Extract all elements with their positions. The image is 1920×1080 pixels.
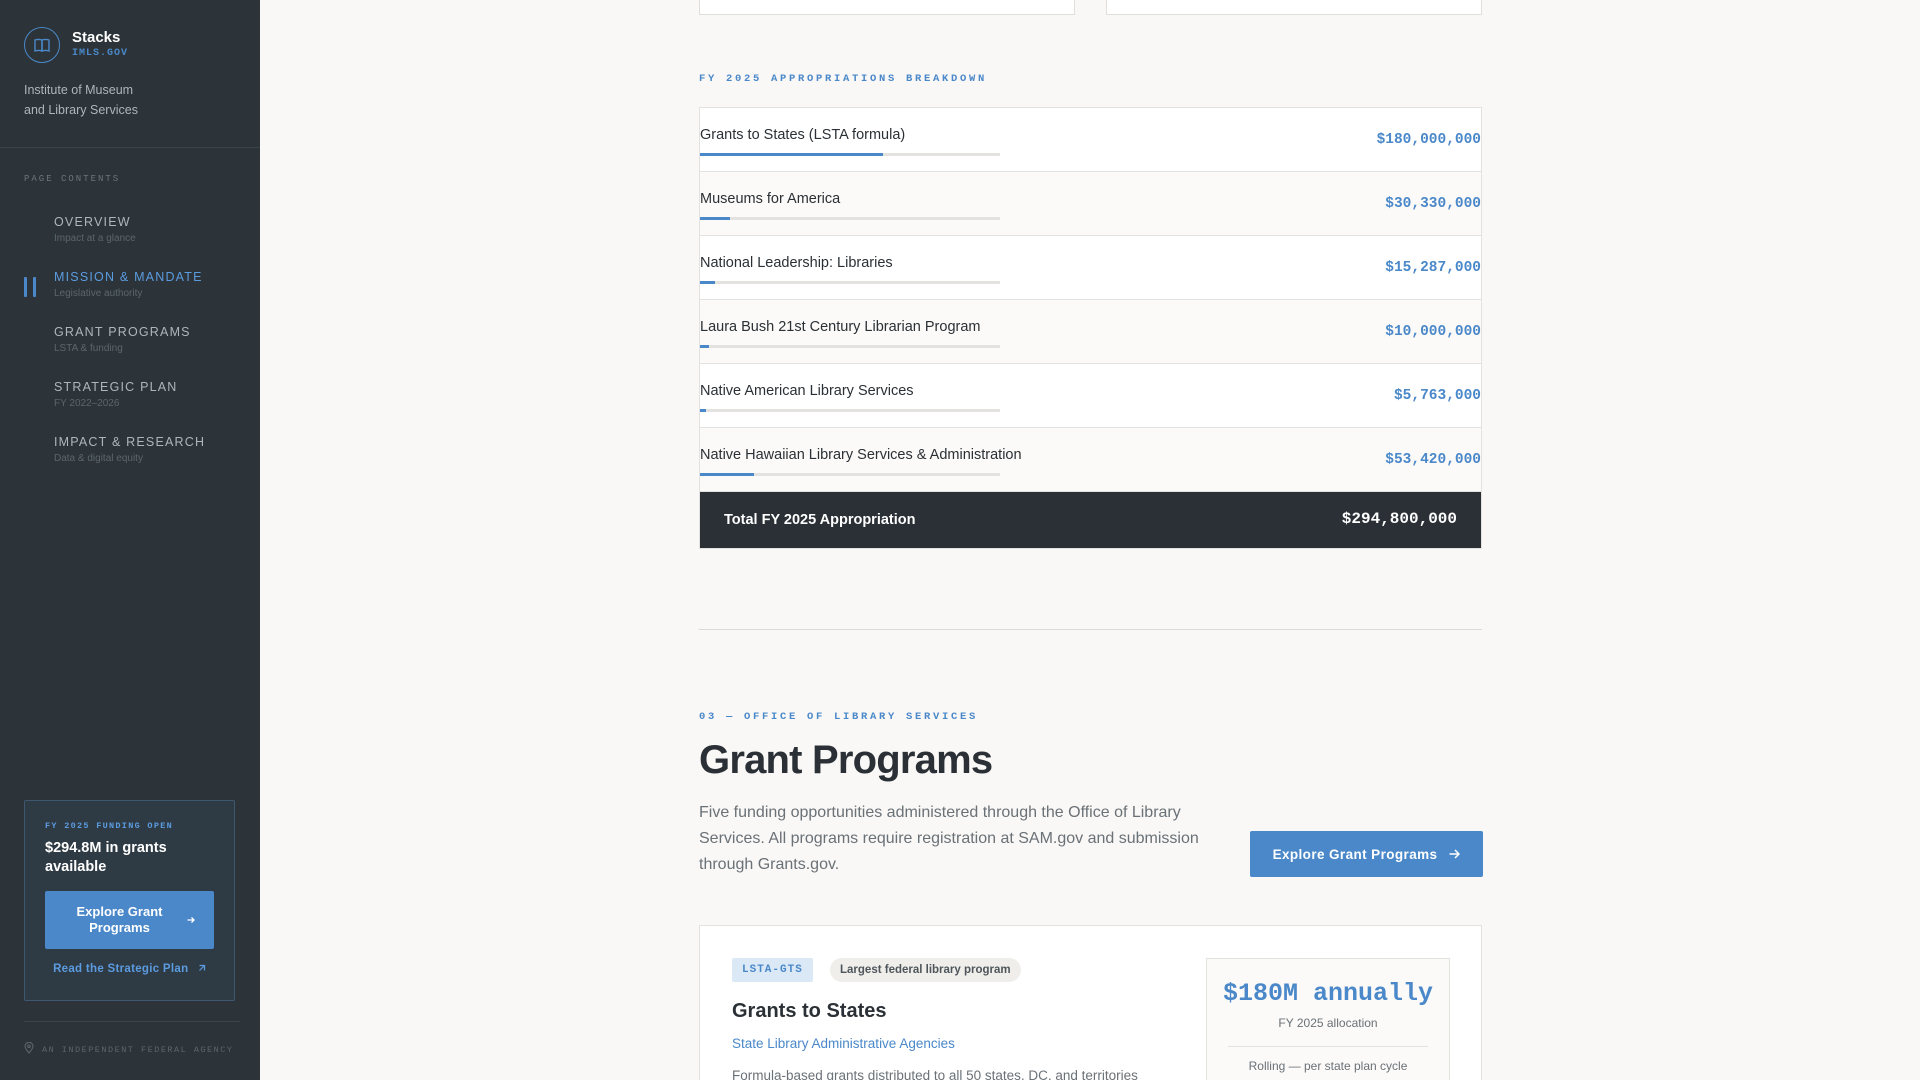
appropriation-label: Museums for America <box>700 191 841 207</box>
appropriation-bar-fill <box>700 153 883 156</box>
program-allocation-label: FY 2025 allocation <box>1278 1016 1378 1030</box>
nav-subtitle: LSTA & funding <box>54 343 123 354</box>
nav-item-impact-research[interactable]: IMPACT & RESEARCH Data & digital equity <box>24 433 244 488</box>
grant-programs-description: Five funding opportunities administered … <box>699 804 1199 873</box>
nav-item-overview[interactable]: OVERVIEW Impact at a glance <box>24 213 244 268</box>
appropriation-value: $53,420,000 <box>1385 452 1481 468</box>
nav-title: OVERVIEW <box>54 215 131 229</box>
appropriations-rows: Grants to States (LSTA formula) $180,000,… <box>700 108 1481 492</box>
page-title: Grant Programs <box>699 738 993 782</box>
appropriation-bar-track <box>700 409 1000 412</box>
sidebar-footer: AN INDEPENDENT FEDERAL AGENCY <box>24 1041 234 1057</box>
grant-programs-kicker: 03 — OFFICE OF LIBRARY SERVICES <box>699 711 979 723</box>
brand-domain: IMLS.GOV <box>72 48 129 59</box>
nav-item-strategic-plan[interactable]: STRATEGIC PLAN FY 2022–2026 <box>24 378 244 433</box>
program-code-badge: LSTA-GTS <box>732 958 813 982</box>
summary-card <box>1106 0 1482 15</box>
arrow-right-icon <box>187 912 195 928</box>
appropriation-row: Grants to States (LSTA formula) $180,000,… <box>700 108 1481 172</box>
program-cycle: Rolling — per state plan cycle <box>1248 1059 1408 1073</box>
appropriation-bar-fill <box>700 281 715 284</box>
program-card-grants-to-states[interactable]: LSTA-GTS Largest federal library program… <box>699 925 1482 1080</box>
appropriation-value: $10,000,000 <box>1385 324 1481 340</box>
brand[interactable]: Stacks IMLS.GOV <box>24 27 128 63</box>
nav-title: IMPACT & RESEARCH <box>54 435 206 449</box>
total-value: $294,800,000 <box>1341 510 1457 528</box>
appropriation-bar-track <box>700 217 1000 220</box>
nav-subtitle: Impact at a glance <box>54 233 136 244</box>
cta-title: $294.8M in grants available <box>45 840 167 875</box>
sidebar: Stacks IMLS.GOV Institute of Museum and … <box>0 0 260 1080</box>
nav-subtitle: FY 2022–2026 <box>54 398 120 409</box>
appropriation-bar-fill <box>700 345 709 348</box>
appropriations-kicker: FY 2025 APPROPRIATIONS BREAKDOWN <box>699 73 988 85</box>
appropriation-value: $5,763,000 <box>1393 388 1481 404</box>
program-description: Formula-based grants distributed to all … <box>732 1068 1138 1080</box>
button-label: Explore Grant Programs <box>76 904 163 935</box>
appropriations-table: Grants to States (LSTA formula) $180,000,… <box>699 107 1482 549</box>
explore-grant-programs-button[interactable]: Explore Grant Programs <box>45 891 214 949</box>
appropriation-bar-fill <box>700 217 730 220</box>
external-link-icon <box>192 963 206 975</box>
page-contents-nav: OVERVIEW Impact at a glance MISSION & MA… <box>24 213 244 488</box>
appropriation-bar-track <box>700 345 1000 348</box>
summary-card <box>699 0 1075 15</box>
sidebar-footer-divider <box>24 1021 240 1022</box>
section-divider <box>699 629 1482 630</box>
nav-title: MISSION & MANDATE <box>54 270 203 284</box>
sidebar-divider <box>0 147 260 148</box>
appropriation-label: Native American Library Services <box>700 383 914 399</box>
appropriation-bar-track <box>700 473 1000 476</box>
appropriation-row: Laura Bush 21st Century Librarian Progra… <box>700 300 1481 364</box>
agency-name: Institute of Museum and Library Services <box>24 80 224 120</box>
appropriation-bar-track <box>700 153 1000 156</box>
appropriation-row: Native Hawaiian Library Services & Admin… <box>700 428 1481 492</box>
program-amount: $180M annually <box>1222 979 1434 1008</box>
arrow-right-icon <box>1449 847 1461 862</box>
program-stat-box: $180M annually FY 2025 allocation Rollin… <box>1206 958 1450 1080</box>
explore-grant-programs-main-button[interactable]: Explore Grant Programs <box>1250 831 1483 877</box>
appropriation-label: Grants to States (LSTA formula) <box>700 127 906 143</box>
total-row: Total FY 2025 Appropriation $294,800,000 <box>700 492 1481 548</box>
nav-subtitle: Data & digital equity <box>54 453 143 464</box>
nav-subtitle: Legislative authority <box>54 288 143 299</box>
program-note-badge: Largest federal library program <box>830 958 1021 982</box>
appropriation-bar-fill <box>700 473 754 476</box>
appropriation-row: National Leadership: Libraries $15,287,00… <box>700 236 1481 300</box>
appropriation-bar-track <box>700 281 1000 284</box>
appropriation-value: $180,000,000 <box>1376 132 1481 148</box>
appropriation-row: Native American Library Services $5,763,0… <box>700 364 1481 428</box>
appropriation-value: $30,330,000 <box>1385 196 1481 212</box>
footer-text: AN INDEPENDENT FEDERAL AGENCY <box>42 1044 234 1055</box>
page-contents-label: PAGE CONTENTS <box>24 174 121 184</box>
nav-item-mission-mandate[interactable]: MISSION & MANDATE Legislative authority <box>24 268 244 323</box>
appropriation-label: Native Hawaiian Library Services & Admin… <box>700 447 1022 463</box>
cta-kicker: FY 2025 FUNDING OPEN <box>45 821 174 831</box>
agency-line-2: and Library Services <box>24 103 138 117</box>
brand-name: Stacks <box>72 29 121 46</box>
strategic-plan-link[interactable]: Read the Strategic Plan <box>45 963 214 975</box>
book-icon <box>24 27 60 63</box>
appropriation-value: $15,287,000 <box>1385 260 1481 276</box>
link-label: Read the Strategic Plan <box>53 963 189 975</box>
nav-title: GRANT PROGRAMS <box>54 325 191 339</box>
program-eligibility-link[interactable]: State Library Administrative Agencies <box>732 1036 955 1051</box>
program-title: Grants to States <box>732 1000 887 1022</box>
appropriation-label: Laura Bush 21st Century Librarian Progra… <box>700 319 981 335</box>
stat-divider <box>1228 1046 1428 1047</box>
appropriation-label: National Leadership: Libraries <box>700 255 893 271</box>
appropriation-bar-fill <box>700 409 706 412</box>
total-label: Total FY 2025 Appropriation <box>724 512 916 528</box>
button-label: Explore Grant Programs <box>1272 846 1438 862</box>
main-content: FY 2025 APPROPRIATIONS BREAKDOWN Grants … <box>260 0 1920 1080</box>
nav-title: STRATEGIC PLAN <box>54 380 178 394</box>
agency-line-1: Institute of Museum <box>24 83 134 97</box>
location-pin-icon <box>24 1041 34 1057</box>
funding-cta-card: FY 2025 FUNDING OPEN $294.8M in grants a… <box>24 800 235 1001</box>
nav-item-grant-programs[interactable]: GRANT PROGRAMS LSTA & funding <box>24 323 244 378</box>
appropriation-row: Museums for America $30,330,000 <box>700 172 1481 236</box>
